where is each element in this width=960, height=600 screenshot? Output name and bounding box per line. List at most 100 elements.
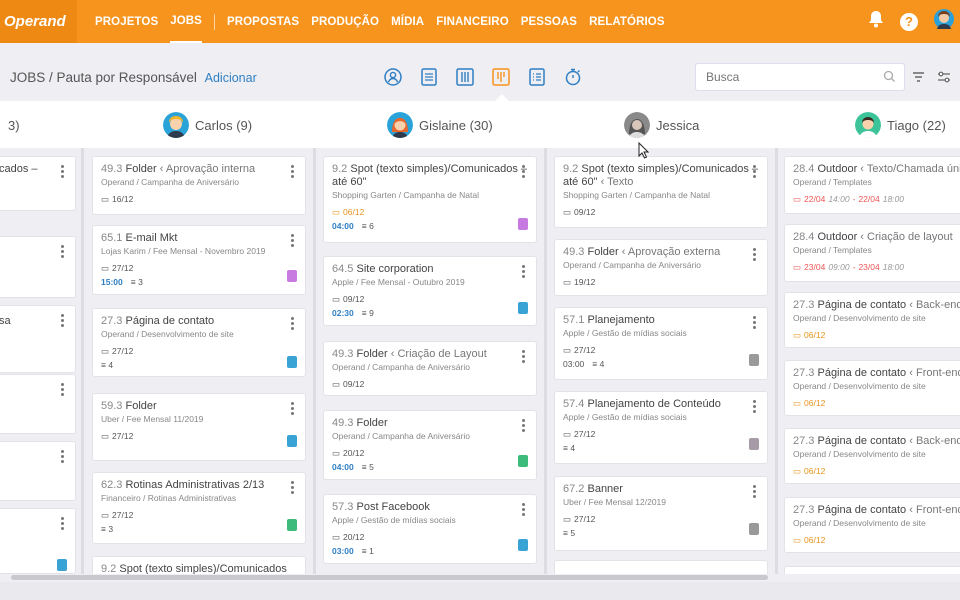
more-icon[interactable]	[61, 245, 65, 258]
job-card[interactable]: 28.4 Outdoor ‹ Texto/Chamada única Opera…	[784, 156, 960, 214]
menu-propostas[interactable]: PROPOSTAS	[227, 0, 299, 43]
person-header-carlos[interactable]: Carlos (9)	[163, 109, 252, 141]
card-date: ▭ 06/12	[793, 330, 826, 340]
job-card[interactable]: 49.3 Folder Operand / Campanha de Aniver…	[323, 410, 537, 480]
more-icon[interactable]	[291, 481, 295, 494]
job-card[interactable]: 28.4 Outdoor ‹ Criação de layout Operand…	[784, 224, 960, 282]
menu-projetos[interactable]: PROJETOS	[95, 0, 158, 43]
more-icon[interactable]	[291, 165, 295, 178]
job-card[interactable]: 9.2 Spot (texto simples)/Comunicados – a…	[323, 156, 537, 243]
card-date: ▭ 06/12	[793, 535, 826, 545]
help-icon[interactable]: ?	[900, 12, 918, 31]
more-icon[interactable]	[291, 234, 295, 247]
more-icon[interactable]	[753, 248, 757, 261]
job-card[interactable]: 49.3 Folder ‹ Aprovação externa Operand …	[554, 239, 768, 296]
job-card[interactable]: 64.5 Site corporation Apple / Fee Mensal…	[323, 256, 537, 326]
more-icon[interactable]	[753, 485, 757, 498]
menu-jobs[interactable]: JOBS	[170, 0, 202, 43]
job-card[interactable]	[554, 560, 768, 574]
more-icon[interactable]	[291, 317, 295, 330]
card-date: ▭ 19/12	[563, 277, 596, 287]
menu-relatorios[interactable]: RELATÓRIOS	[589, 0, 665, 43]
menu-midia[interactable]: MÍDIA	[391, 0, 424, 43]
user-avatar[interactable]	[934, 9, 954, 34]
list-view-icon[interactable]	[419, 67, 438, 86]
job-card[interactable]: 57.4 Planejamento de Conteúdo Apple / Ge…	[554, 391, 768, 464]
scrollbar-thumb[interactable]	[11, 575, 768, 580]
job-card[interactable]: 49.3 Folder ‹ Criação de Layout Operand …	[323, 341, 537, 396]
person-header-jessica[interactable]: Jessica	[624, 109, 699, 141]
card-project: Shopping Garten / Campanha de Natal	[563, 190, 710, 200]
add-link[interactable]: Adicionar	[205, 71, 257, 85]
person-view-icon[interactable]	[383, 67, 402, 86]
job-card[interactable]: 57.3 Post Facebook Apple / Gestão de míd…	[323, 494, 537, 564]
job-card[interactable]: 27.3 Página de contato ‹ Front-end Opera…	[784, 497, 960, 553]
card-extra: ≡ 4	[101, 360, 114, 370]
more-icon[interactable]	[522, 419, 526, 432]
status-tag	[518, 218, 528, 230]
more-icon[interactable]	[522, 350, 526, 363]
card-date: ▭ 09/12	[332, 379, 365, 389]
card-title: cados –	[0, 163, 38, 175]
more-icon[interactable]	[522, 165, 526, 178]
job-card[interactable]: 27.3 Página de contato ‹ Back-end Operan…	[784, 292, 960, 348]
more-icon[interactable]	[61, 383, 65, 396]
card-date: ▭ 27/12	[563, 514, 596, 524]
sliders-icon[interactable]	[937, 70, 951, 88]
job-card[interactable]: 27.3 Página de contato ‹ Back-end Operan…	[784, 428, 960, 484]
card-title: 27.3 Página de contato	[101, 315, 215, 327]
kanban-view-icon[interactable]	[455, 67, 474, 86]
app-logo[interactable]: Operand	[0, 0, 77, 43]
card-title: 9.2 Spot (texto simples)/Comunicados –	[332, 163, 528, 175]
menu-producao[interactable]: PRODUÇÃO	[311, 0, 379, 43]
menu-pessoas[interactable]: PESSOAS	[521, 0, 577, 43]
job-card[interactable]: 9.2 Spot (texto simples)/Comunicados – a…	[554, 156, 768, 228]
column-divider	[81, 148, 84, 574]
menu-financeiro[interactable]: FINANCEIRO	[436, 0, 509, 43]
job-card[interactable]: 67.2 Banner Uber / Fee Mensal 12/2019 ▭ …	[554, 476, 768, 551]
job-card[interactable]: 57.1 Planejamento Apple / Gestão de mídi…	[554, 307, 768, 380]
more-icon[interactable]	[61, 165, 65, 178]
job-card[interactable]	[0, 441, 76, 501]
search-input[interactable]	[706, 64, 876, 90]
card-project: Uber / Fee Mensal 12/2019	[563, 497, 667, 507]
person-header-gislaine[interactable]: Gislaine (30)	[387, 109, 493, 141]
job-card[interactable]: 27.3 Página de contato ‹ Front-end Opera…	[784, 360, 960, 416]
more-icon[interactable]	[753, 165, 757, 178]
card-title: 67.2 Banner	[563, 483, 623, 495]
job-card[interactable]: 9.2 Spot (texto simples)/Comunicados	[92, 556, 306, 574]
job-card[interactable]: sa	[0, 305, 76, 373]
job-card[interactable]: 59.3 Folder Uber / Fee Mensal 11/2019 ▭ …	[92, 393, 306, 461]
more-icon[interactable]	[291, 402, 295, 415]
job-card[interactable]: 65.1 E-mail Mkt Lojas Karim / Fee Mensal…	[92, 225, 306, 295]
filter-icon[interactable]	[912, 70, 925, 88]
job-card[interactable]: 27.3 Página de contato Operand / Desenvo…	[92, 308, 306, 377]
column-carlos: 49.3 Folder ‹ Aprovação interna Operand …	[92, 148, 306, 574]
checklist-view-icon[interactable]	[527, 67, 546, 86]
more-icon[interactable]	[61, 314, 65, 327]
job-card[interactable]	[0, 508, 76, 574]
more-icon[interactable]	[61, 450, 65, 463]
pauta-view-icon[interactable]	[491, 67, 510, 86]
job-card[interactable]	[0, 374, 76, 434]
more-icon[interactable]	[522, 503, 526, 516]
person-count: (22)	[922, 117, 946, 133]
bell-icon[interactable]	[868, 10, 884, 33]
more-icon[interactable]	[522, 265, 526, 278]
timer-view-icon[interactable]	[563, 67, 582, 86]
more-icon[interactable]	[753, 400, 757, 413]
card-title: 57.1 Planejamento	[563, 314, 655, 326]
person-header-tiago[interactable]: Tiago (22)	[855, 109, 946, 141]
avatar	[855, 112, 881, 138]
more-icon[interactable]	[753, 316, 757, 329]
job-card[interactable]: 49.3 Folder ‹ Aprovação interna Operand …	[92, 156, 306, 215]
card-title: 28.4 Outdoor ‹ Criação de layout	[793, 231, 953, 243]
more-icon[interactable]	[61, 517, 65, 530]
job-card[interactable]	[784, 566, 960, 574]
job-card[interactable]: 62.3 Rotinas Administrativas 2/13 Financ…	[92, 472, 306, 544]
job-card[interactable]: cados –	[0, 156, 76, 211]
horizontal-scrollbar[interactable]	[5, 574, 955, 582]
search-icon[interactable]	[883, 70, 896, 88]
responsible-header: 3) Carlos (9) Gislaine (30) Jessica Tiag…	[0, 101, 960, 148]
job-card[interactable]	[0, 236, 76, 298]
